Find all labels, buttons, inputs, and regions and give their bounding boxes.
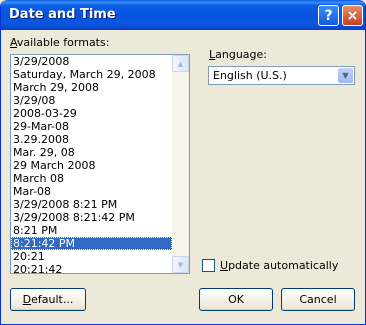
available-formats-accel: A [10,36,17,49]
language-dropdown-button[interactable]: ▼ [338,68,353,83]
formats-scrollbar[interactable]: ▲ ▼ [172,55,189,273]
update-accel: U [220,259,229,272]
format-items: 3/29/2008 Saturday, March 29, 2008 March 2… [11,55,172,273]
format-list-item[interactable]: Mar-08 [11,185,172,198]
default-button-text: efault... [31,293,74,306]
format-list-item[interactable]: 3/29/2008 8:21 PM [11,198,172,211]
dialog-title: Date and Time [9,7,116,22]
chevron-down-icon: ▼ [177,260,184,269]
scroll-down-button[interactable]: ▼ [172,256,189,273]
format-list-item[interactable]: 20:21 [11,250,172,263]
title-bar[interactable]: Date and Time ? × [1,0,365,30]
chevron-down-icon: ▼ [342,71,349,80]
available-formats-label-text: vailable formats: [16,36,110,49]
format-list-item[interactable]: Saturday, March 29, 2008 [11,68,172,81]
date-and-time-dialog: Date and Time ? × Available formats: 3/2… [0,0,366,325]
close-icon: × [346,7,359,24]
available-formats-label: Available formats: [10,36,109,49]
close-button[interactable]: × [342,5,363,26]
scroll-up-button[interactable]: ▲ [172,55,189,72]
language-value: English (U.S.) [213,69,287,82]
language-select[interactable]: English (U.S.) ▼ [208,66,355,85]
update-automatically-label[interactable]: Update automatically [220,259,338,272]
cancel-button[interactable]: Cancel [281,288,355,311]
default-accel: D [22,293,32,306]
format-list-item[interactable]: 20:21:42 [11,263,172,273]
format-list-item[interactable]: 3/29/2008 8:21:42 PM [11,211,172,224]
default-button[interactable]: Default... [10,288,86,311]
format-list-item[interactable]: March 08 [11,172,172,185]
update-label-text: pdate automatically [228,259,339,272]
language-label-text: anguage: [215,48,268,61]
chevron-up-icon: ▲ [177,59,184,68]
format-list-item[interactable]: 3.29.2008 [11,133,172,146]
help-button[interactable]: ? [318,5,339,26]
format-list-item[interactable]: 8:21 PM [11,224,172,237]
format-list-item[interactable]: 3/29/08 [11,94,172,107]
language-label: Language: [209,48,267,61]
format-list-item[interactable]: 29 March 2008 [11,159,172,172]
format-list-item[interactable]: March 29, 2008 [11,81,172,94]
format-list-item[interactable]: 29-Mar-08 [11,120,172,133]
ok-button[interactable]: OK [199,288,273,311]
help-icon: ? [324,7,333,24]
available-formats-list[interactable]: 3/29/2008 Saturday, March 29, 2008 March 2… [10,54,190,274]
update-automatically-checkbox[interactable] [202,259,215,272]
format-list-item[interactable]: 8:21:42 PM [11,237,172,250]
format-list-item[interactable]: 3/29/2008 [11,55,172,68]
format-list-item[interactable]: Mar. 29, 08 [11,146,172,159]
format-list-item[interactable]: 2008-03-29 [11,107,172,120]
